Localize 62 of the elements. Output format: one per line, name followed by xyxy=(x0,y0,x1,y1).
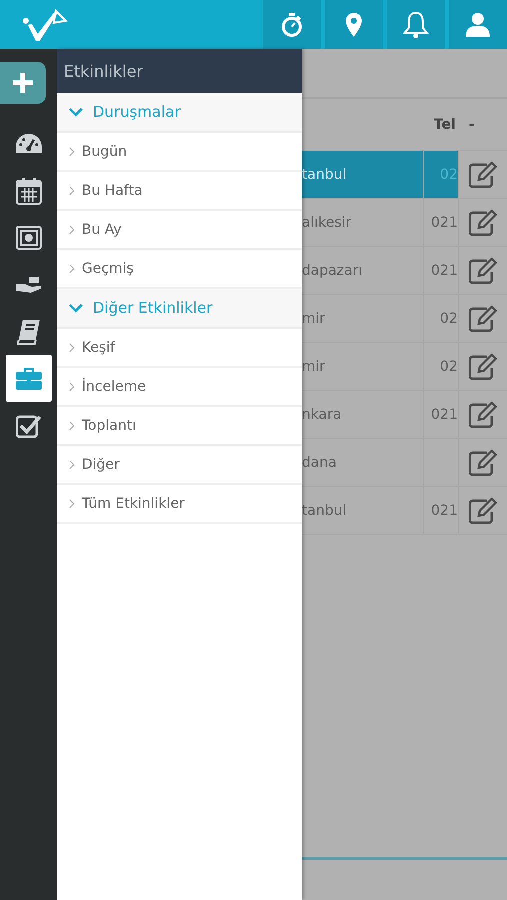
table-row[interactable]: mir 02 xyxy=(302,343,507,391)
notifications-button[interactable] xyxy=(387,0,445,49)
chevron-icon xyxy=(69,107,83,117)
section-header[interactable]: Diğer Etkinlikler xyxy=(57,289,302,329)
column-header: Tel xyxy=(433,116,457,134)
chevron-right-icon xyxy=(69,224,75,234)
stopwatch-button[interactable] xyxy=(263,0,321,49)
table-row[interactable]: mir 02 xyxy=(302,295,507,343)
edit-icon[interactable] xyxy=(469,306,497,332)
table-row[interactable]: dana xyxy=(302,439,507,487)
book-icon xyxy=(17,318,41,344)
user-button[interactable] xyxy=(449,0,507,49)
column-header: - xyxy=(468,116,476,134)
city-cell: nkara xyxy=(302,406,342,422)
chevron-icon xyxy=(69,303,83,313)
table-row[interactable]: alıkesir 021 xyxy=(302,199,507,247)
edit-icon[interactable] xyxy=(469,354,497,380)
edit-icon[interactable] xyxy=(469,162,497,188)
chevron-right-icon xyxy=(69,342,75,352)
chevron-right-icon xyxy=(69,498,75,508)
add-button[interactable] xyxy=(0,62,46,104)
phone-cell: 02 xyxy=(440,310,458,326)
city-cell: dana xyxy=(302,454,337,470)
edit-icon[interactable] xyxy=(469,450,497,476)
city-cell: tanbul xyxy=(302,166,347,182)
edit-icon[interactable] xyxy=(469,498,497,524)
chevron-right-icon xyxy=(69,186,75,196)
phone-cell: 021 xyxy=(431,502,458,518)
edit-icon[interactable] xyxy=(469,402,497,428)
city-cell: mir xyxy=(302,310,326,326)
phone-cell: 021 xyxy=(431,262,458,278)
phone-cell: 021 xyxy=(431,406,458,422)
chevron-right-icon xyxy=(69,146,75,156)
panel-title: Etkinlikler xyxy=(57,49,302,93)
plus-icon xyxy=(12,72,34,94)
city-cell: dapazarı xyxy=(302,262,363,278)
section-header[interactable]: Duruşmalar xyxy=(57,93,302,133)
hand-money-icon xyxy=(15,276,43,294)
chevron-right-icon xyxy=(69,264,75,274)
table-row[interactable]: nkara 021 xyxy=(302,391,507,439)
briefcase-icon xyxy=(15,366,43,390)
contact-card-icon xyxy=(16,226,42,250)
checkbox-icon xyxy=(16,414,42,438)
phone-cell: 021 xyxy=(431,214,458,230)
edit-icon[interactable] xyxy=(469,210,497,236)
table-row[interactable]: tanbul 021 xyxy=(302,487,507,535)
table-row[interactable]: dapazarı 021 xyxy=(302,247,507,295)
notifications-icon xyxy=(404,12,428,38)
stopwatch-icon xyxy=(282,12,302,36)
dashboard-icon xyxy=(15,132,43,154)
chevron-right-icon xyxy=(69,382,75,392)
city-cell: tanbul xyxy=(302,502,347,518)
user-icon xyxy=(466,12,490,36)
phone-cell: 02 xyxy=(440,358,458,374)
edit-icon[interactable] xyxy=(469,258,497,284)
city-cell: alıkesir xyxy=(302,214,352,230)
city-cell: mir xyxy=(302,358,326,374)
chevron-right-icon xyxy=(69,460,75,470)
location-pin-icon xyxy=(346,12,362,36)
location-pin-button[interactable] xyxy=(325,0,383,49)
calendar-icon xyxy=(16,176,42,204)
chevron-right-icon xyxy=(69,420,75,430)
